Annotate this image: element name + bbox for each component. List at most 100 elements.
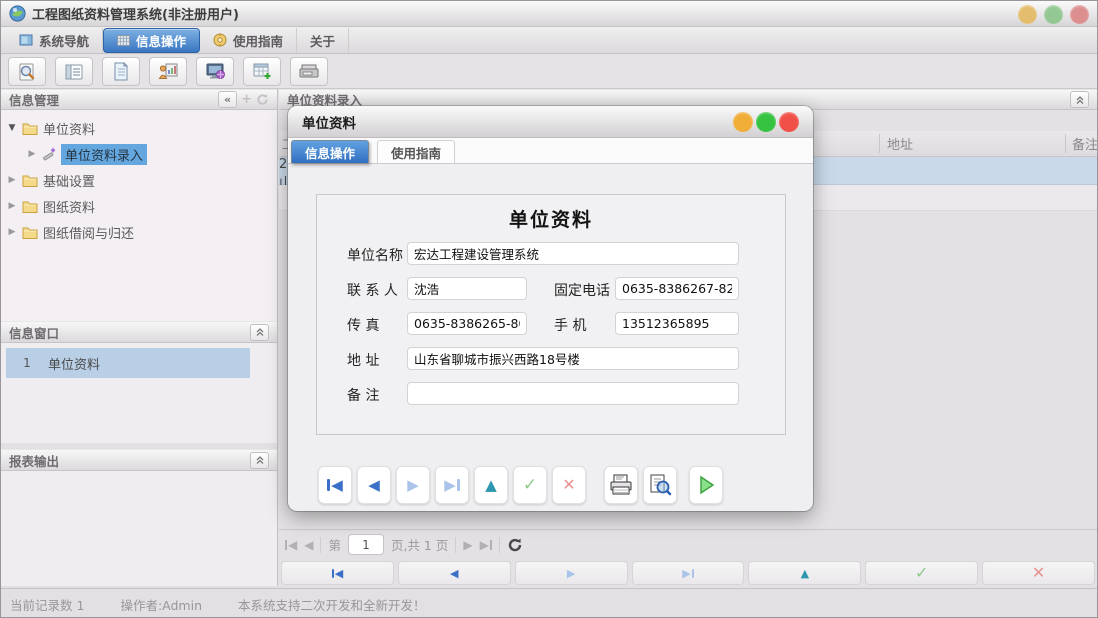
x-icon: ✕ bbox=[1032, 565, 1045, 581]
mobile-field[interactable] bbox=[615, 312, 739, 335]
report-output-content bbox=[1, 471, 277, 586]
grid-icon bbox=[117, 35, 130, 46]
collapsed-arrow-icon[interactable]: ▶ bbox=[7, 201, 17, 211]
dialog-tabbar: 信息操作 使用指南 bbox=[288, 138, 813, 164]
delete-record-button[interactable]: ✕ bbox=[552, 466, 586, 504]
grid-header-cell-address[interactable]: 地址 bbox=[887, 131, 1063, 156]
fax-field[interactable] bbox=[407, 312, 527, 335]
next-record-button[interactable]: ▶ bbox=[396, 466, 430, 504]
phone-label: 固定电话 bbox=[554, 280, 610, 300]
tree-item-drawing-data[interactable]: ▶ 图纸资料 bbox=[7, 193, 277, 219]
delete-record-button[interactable]: ✕ bbox=[982, 561, 1095, 585]
new-document-button[interactable] bbox=[102, 57, 140, 86]
collapsed-arrow-icon[interactable]: ▶ bbox=[7, 175, 17, 185]
print-preview-icon bbox=[648, 474, 672, 496]
pager-divider bbox=[320, 537, 321, 553]
tree-item-unit-data[interactable]: ▼ 单位资料 bbox=[7, 115, 277, 141]
print-button[interactable] bbox=[604, 466, 638, 504]
save-record-button[interactable]: ✓ bbox=[865, 561, 978, 585]
run-button[interactable] bbox=[689, 466, 723, 504]
triangle-left-icon: ◀ bbox=[368, 478, 380, 493]
edit-record-button[interactable]: ▲ bbox=[474, 466, 508, 504]
refresh-icon-pale[interactable] bbox=[256, 93, 269, 106]
table-add-button[interactable] bbox=[243, 57, 281, 86]
dialog-tab-user-guide[interactable]: 使用指南 bbox=[377, 140, 455, 163]
tab-user-guide[interactable]: 使用指南 bbox=[200, 28, 297, 53]
printer-tray-button[interactable] bbox=[290, 57, 328, 86]
collapsed-arrow-icon[interactable]: ▶ bbox=[27, 149, 37, 159]
contact-field[interactable] bbox=[407, 277, 527, 300]
info-window-list: 1 单位资料 bbox=[1, 343, 277, 443]
folder-icon bbox=[22, 122, 38, 135]
maximize-button[interactable] bbox=[1044, 5, 1063, 24]
collapse-up-button[interactable] bbox=[250, 324, 269, 341]
collapse-left-button[interactable]: « bbox=[218, 91, 237, 108]
folder-icon bbox=[22, 174, 38, 187]
app-title: 工程图纸资料管理系统(非注册用户) bbox=[32, 4, 239, 23]
grid-header-cell-note[interactable]: 备注 bbox=[1072, 131, 1098, 156]
next-page-button[interactable]: ▶ bbox=[463, 538, 472, 552]
dialog-title: 单位资料 bbox=[302, 112, 356, 132]
tree-item-drawing-borrow-return[interactable]: ▶ 图纸借阅与归还 bbox=[7, 219, 277, 245]
prev-record-button[interactable]: ◀ bbox=[398, 561, 511, 585]
play-icon bbox=[697, 475, 715, 495]
main-tabbar: 系统导航 信息操作 使用指南 关于 bbox=[1, 27, 1097, 54]
triangle-up-icon: ▲ bbox=[485, 478, 497, 493]
tab-info-operation[interactable]: 信息操作 bbox=[103, 28, 200, 53]
note-field[interactable] bbox=[407, 382, 739, 405]
prev-record-button[interactable]: ◀ bbox=[357, 466, 391, 504]
monitor-globe-icon bbox=[205, 62, 226, 81]
dialog-body: 单位资料 单位名称 联 系 人 固定电话 传 真 手 机 地 址 备 注 ◀ ◀ bbox=[288, 164, 813, 511]
toolbar bbox=[1, 55, 1097, 89]
dialog-minimize-button[interactable] bbox=[733, 112, 753, 132]
record-nav-toolbar: ◀ ◀ ▶ ▶ ▲ ✓ ✕ bbox=[279, 559, 1095, 587]
first-record-button[interactable]: ◀ bbox=[281, 561, 394, 585]
address-field[interactable] bbox=[407, 347, 739, 370]
close-button[interactable] bbox=[1070, 5, 1089, 24]
collapse-up-button[interactable] bbox=[250, 452, 269, 469]
tree-item-basic-settings[interactable]: ▶ 基础设置 bbox=[7, 167, 277, 193]
monitor-globe-button[interactable] bbox=[196, 57, 234, 86]
collapse-up-button[interactable] bbox=[1070, 91, 1089, 108]
tree-item-unit-data-entry[interactable]: ▶ 单位资料录入 bbox=[27, 141, 277, 167]
dialog-tab-info-operation[interactable]: 信息操作 bbox=[291, 140, 369, 163]
triangle-right-icon: ▶ bbox=[444, 478, 456, 493]
first-page-button[interactable]: ◀ bbox=[285, 538, 297, 552]
prev-page-button[interactable]: ◀ bbox=[304, 538, 313, 552]
record-count-label: 当前记录数 1 bbox=[10, 595, 84, 614]
user-report-button[interactable] bbox=[149, 57, 187, 86]
list-item[interactable]: 1 单位资料 bbox=[6, 348, 250, 378]
unit-data-dialog: 单位资料 信息操作 使用指南 单位资料 单位名称 联 系 人 固定电话 传 真 bbox=[288, 106, 813, 511]
phone-field[interactable] bbox=[615, 277, 739, 300]
page-number-input[interactable] bbox=[348, 534, 384, 555]
pager-divider bbox=[499, 537, 500, 553]
guide-icon bbox=[213, 33, 227, 47]
dialog-maximize-button[interactable] bbox=[756, 112, 776, 132]
last-page-button[interactable]: ▶ bbox=[480, 538, 492, 552]
tab-about[interactable]: 关于 bbox=[297, 28, 349, 53]
collapsed-arrow-icon[interactable]: ▶ bbox=[7, 227, 17, 237]
dialog-window-controls bbox=[733, 112, 799, 132]
panel-title: 信息管理 bbox=[9, 90, 59, 109]
tab-system-nav[interactable]: 系统导航 bbox=[6, 28, 103, 53]
last-record-button[interactable]: ▶ bbox=[632, 561, 745, 585]
save-record-button[interactable]: ✓ bbox=[513, 466, 547, 504]
tree-item-label: 图纸借阅与归还 bbox=[43, 223, 134, 242]
sidebar: 信息管理 « + ▼ 单位资料 ▶ 单位资料录入 ▶ 基础设置 bbox=[1, 89, 278, 586]
search-document-button[interactable] bbox=[8, 57, 46, 86]
data-form-button[interactable] bbox=[55, 57, 93, 86]
edit-record-button[interactable]: ▲ bbox=[748, 561, 861, 585]
expanded-arrow-icon[interactable]: ▼ bbox=[7, 123, 17, 133]
column-separator bbox=[1065, 134, 1066, 153]
minimize-button[interactable] bbox=[1018, 5, 1037, 24]
unit-name-field[interactable] bbox=[407, 242, 739, 265]
folder-icon bbox=[22, 200, 38, 213]
unit-name-label: 单位名称 bbox=[347, 245, 403, 265]
dialog-close-button[interactable] bbox=[779, 112, 799, 132]
last-record-button[interactable]: ▶ bbox=[435, 466, 469, 504]
print-preview-button[interactable] bbox=[643, 466, 677, 504]
add-icon[interactable]: + bbox=[241, 92, 252, 107]
first-record-button[interactable]: ◀ bbox=[318, 466, 352, 504]
refresh-icon[interactable] bbox=[507, 537, 523, 553]
next-record-button[interactable]: ▶ bbox=[515, 561, 628, 585]
